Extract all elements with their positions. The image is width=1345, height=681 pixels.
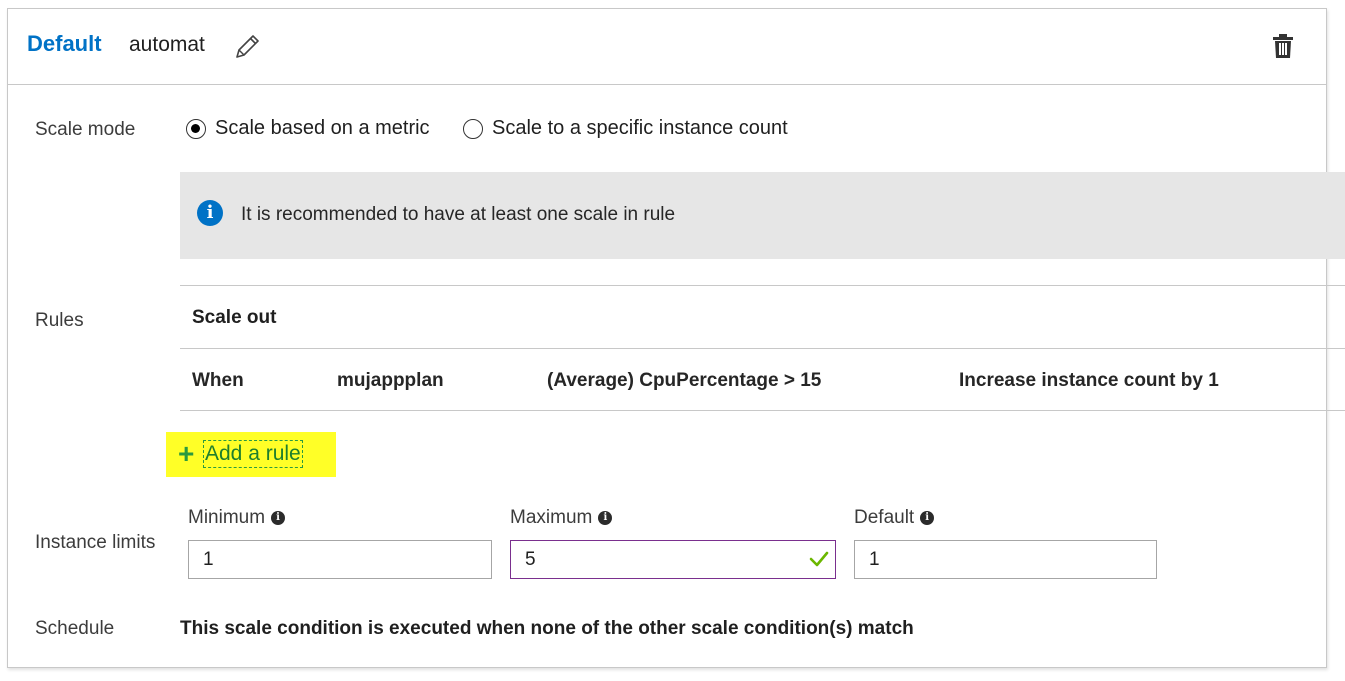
condition-header: Default automat xyxy=(8,9,1326,85)
schedule-description: This scale condition is executed when no… xyxy=(180,618,914,639)
scale-out-heading: Scale out xyxy=(192,307,277,328)
add-rule-button[interactable]: + Add a rule xyxy=(166,432,336,477)
minimum-input[interactable] xyxy=(188,540,492,579)
valid-checkmark-icon xyxy=(809,551,829,567)
plus-icon: + xyxy=(178,438,195,469)
delete-trash-icon[interactable] xyxy=(1272,33,1294,59)
info-icon[interactable]: i xyxy=(271,511,286,525)
radio-unchecked-icon[interactable] xyxy=(463,118,483,139)
autoscale-condition-card: Default automat Scale mode Scale based o… xyxy=(7,8,1345,668)
schedule-label: Schedule xyxy=(35,618,115,639)
default-label-text: Default xyxy=(854,507,915,528)
profile-name: automat xyxy=(129,33,205,56)
info-icon[interactable]: i xyxy=(598,511,613,525)
info-banner: i It is recommended to have at least one… xyxy=(180,172,1345,259)
rules-label: Rules xyxy=(35,310,84,331)
maximum-input[interactable] xyxy=(510,540,836,579)
info-icon[interactable]: i xyxy=(920,511,935,525)
default-field-label: Default i xyxy=(854,507,935,529)
rules-middle-divider xyxy=(180,348,1345,349)
rule-condition-cell[interactable]: (Average) CpuPercentage > 15 xyxy=(547,370,821,392)
rule-when-cell[interactable]: When xyxy=(192,370,244,392)
info-banner-text: It is recommended to have at least one s… xyxy=(241,204,676,225)
scale-mode-option-instance-count[interactable]: Scale to a specific instance count xyxy=(463,117,788,140)
rules-top-divider xyxy=(180,285,1345,286)
maximum-input-wrapper xyxy=(510,540,836,579)
profile-type-label: Default xyxy=(27,31,102,56)
scale-mode-option-label: Scale to a specific instance count xyxy=(492,117,788,139)
minimum-label-text: Minimum xyxy=(188,507,266,528)
radio-checked-icon[interactable] xyxy=(186,118,206,139)
scale-mode-option-metric[interactable]: Scale based on a metric xyxy=(186,117,430,140)
rule-resource-cell[interactable]: mujappplan xyxy=(337,370,444,392)
rules-bottom-divider xyxy=(180,410,1345,411)
info-icon: i xyxy=(197,200,223,226)
scale-mode-option-label: Scale based on a metric xyxy=(215,117,430,139)
minimum-field-label: Minimum i xyxy=(188,507,286,529)
rule-action-cell[interactable]: Increase instance count by 1 xyxy=(959,370,1219,392)
add-rule-label: Add a rule xyxy=(203,440,303,468)
scale-mode-label: Scale mode xyxy=(35,119,136,140)
default-input[interactable] xyxy=(854,540,1157,579)
instance-limits-label: Instance limits xyxy=(35,532,156,553)
maximum-label-text: Maximum xyxy=(510,507,593,528)
edit-pencil-icon[interactable] xyxy=(233,31,263,61)
maximum-field-label: Maximum i xyxy=(510,507,613,529)
